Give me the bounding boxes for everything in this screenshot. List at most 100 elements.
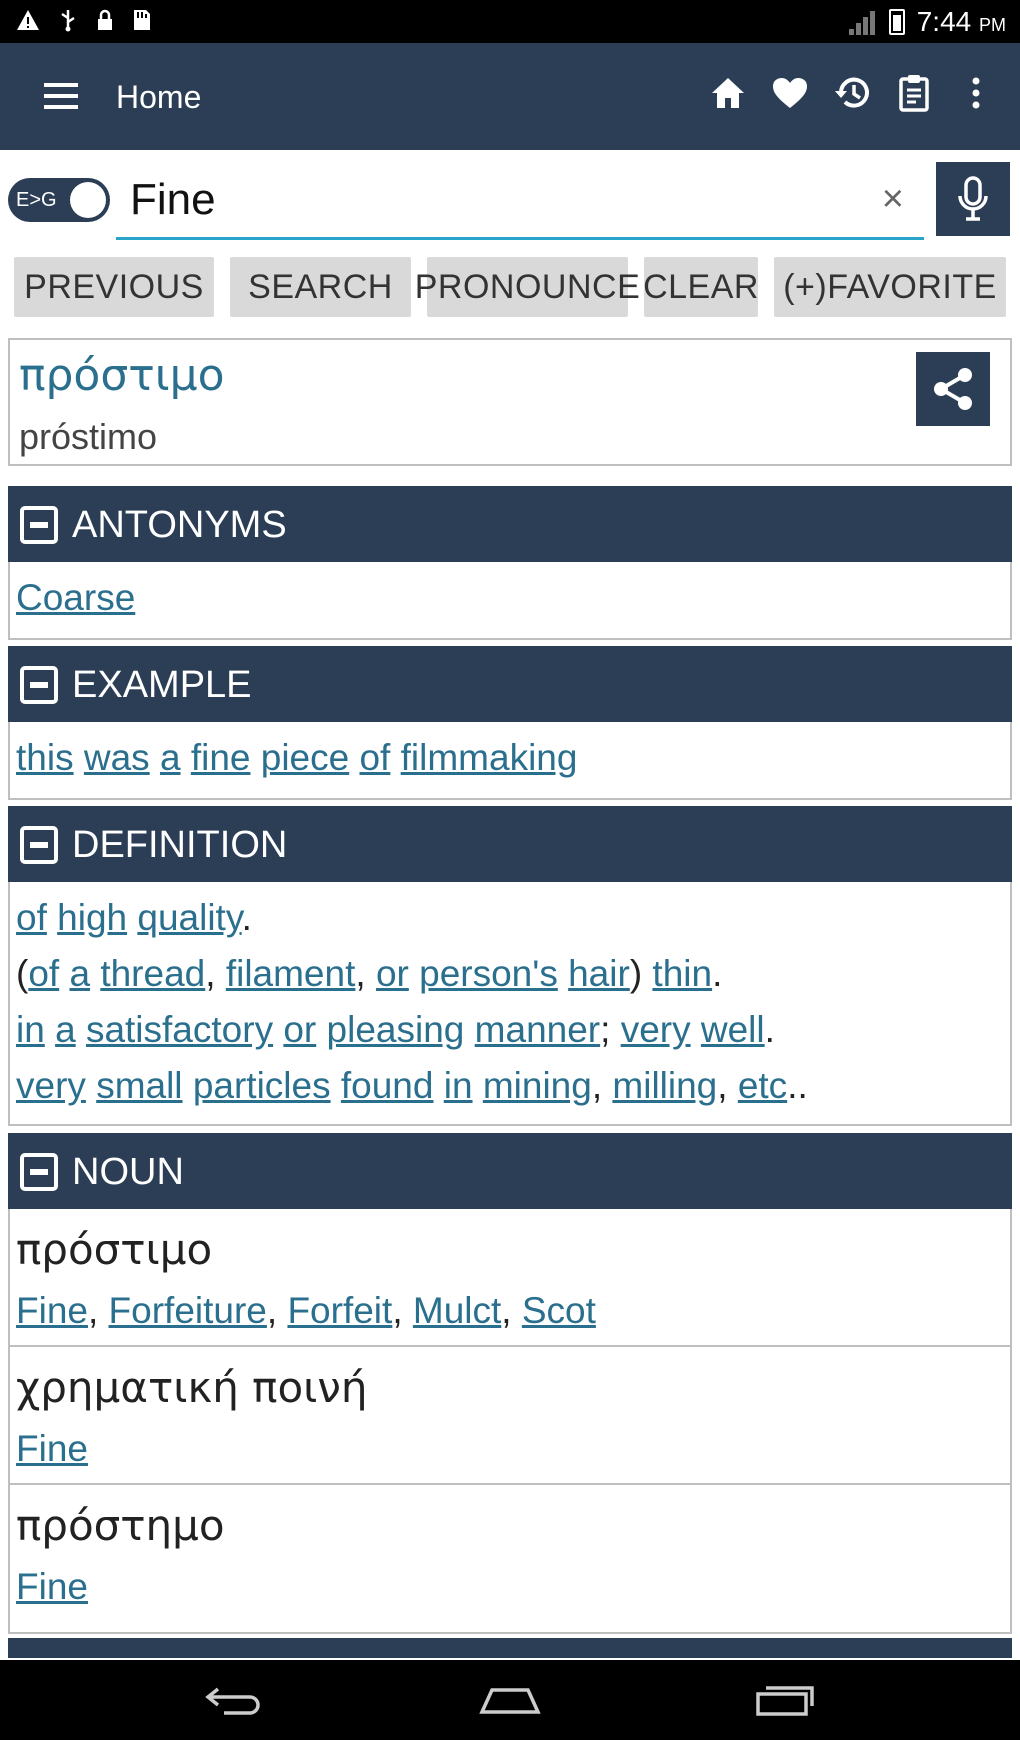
punctuation (90, 953, 100, 994)
previous-button[interactable]: PREVIOUS (14, 257, 214, 317)
example-word-link[interactable]: of (359, 737, 390, 778)
definition-word-link[interactable]: manner (475, 1009, 600, 1050)
history-icon[interactable] (832, 71, 872, 115)
section-title: ANTONYMS (72, 504, 287, 546)
collapse-icon (20, 1153, 58, 1191)
definition-word-link[interactable]: etc (738, 1065, 787, 1106)
example-word-link[interactable]: was (84, 737, 150, 778)
noun-greek-word: πρόστιμο (16, 1225, 213, 1274)
noun-body: πρόστιμο Fine, Forfeiture, Forfeit, Mulct… (8, 1209, 1012, 1634)
punctuation (183, 1065, 193, 1106)
translation-link[interactable]: Fine (16, 1428, 88, 1469)
punctuation (331, 1065, 341, 1106)
noun-translations: Fine, Forfeiture, Forfeit, Mulct, Scot (16, 1283, 1004, 1339)
definition-word-link[interactable]: milling (612, 1065, 717, 1106)
example-word-link[interactable]: a (160, 737, 181, 778)
translation-link[interactable]: Fine (16, 1290, 88, 1331)
noun-entry: πρόστημο Fine (10, 1485, 1010, 1621)
translation-link[interactable]: Forfeiture (109, 1290, 267, 1331)
translation-link[interactable]: Fine (16, 1566, 88, 1607)
more-vert-icon[interactable] (956, 71, 996, 115)
definition-word-link[interactable]: of (16, 897, 47, 938)
translation-link[interactable]: Forfeit (287, 1290, 392, 1331)
status-icons (16, 8, 152, 38)
microphone-button[interactable] (936, 162, 1010, 236)
definition-word-link[interactable]: small (96, 1065, 182, 1106)
language-toggle[interactable]: E>G (8, 178, 110, 222)
punctuation (691, 1009, 701, 1050)
noun-header[interactable]: NOUN (8, 1133, 1012, 1209)
punctuation (349, 737, 359, 778)
favorite-button[interactable]: (+)FAVORITE (774, 257, 1006, 317)
noun-translations: Fine (16, 1421, 1004, 1477)
punctuation: , (205, 953, 226, 994)
punctuation (390, 737, 400, 778)
definition-word-link[interactable]: in (16, 1009, 45, 1050)
definition-word-link[interactable]: very (621, 1009, 691, 1050)
punctuation: , (266, 1290, 288, 1331)
clear-button[interactable]: CLEAR (643, 257, 758, 317)
definition-line: (of a thread, filament, or person's hair… (16, 946, 1004, 1002)
antonyms-header[interactable]: ANTONYMS (8, 486, 1012, 562)
example-header[interactable]: EXAMPLE (8, 646, 1012, 722)
noun-translations: Fine (16, 1559, 1004, 1615)
back-icon[interactable] (195, 1678, 275, 1722)
antonym-link[interactable]: Coarse (16, 577, 135, 618)
definition-header[interactable]: DEFINITION (8, 806, 1012, 882)
definition-word-link[interactable]: well (701, 1009, 765, 1050)
collapse-icon (20, 826, 58, 864)
definition-word-link[interactable]: quality (137, 897, 241, 938)
punctuation (473, 1065, 483, 1106)
collapse-icon (20, 506, 58, 544)
definition-word-link[interactable]: or (376, 953, 409, 994)
definition-line: in a satisfactory or pleasing manner; ve… (16, 1002, 1004, 1058)
clear-text-icon[interactable]: × (882, 178, 904, 221)
search-button[interactable]: SEARCH (230, 257, 411, 317)
definition-word-link[interactable]: person's (419, 953, 558, 994)
definition-word-link[interactable]: thin (652, 953, 712, 994)
clipboard-icon[interactable] (894, 71, 934, 115)
translation-link[interactable]: Mulct (413, 1290, 501, 1331)
example-word-link[interactable]: fine (191, 737, 251, 778)
result-word: πρόστιμο (19, 350, 225, 401)
search-input[interactable] (130, 174, 850, 226)
home-icon[interactable] (708, 71, 748, 115)
example-word-link[interactable]: piece (261, 737, 349, 778)
punctuation (74, 737, 84, 778)
definition-word-link[interactable]: or (283, 1009, 316, 1050)
menu-icon[interactable] (44, 83, 78, 109)
definition-word-link[interactable]: of (28, 953, 59, 994)
definition-word-link[interactable]: pleasing (327, 1009, 465, 1050)
punctuation: .. (787, 1065, 808, 1106)
collapse-icon (20, 666, 58, 704)
definition-word-link[interactable]: particles (193, 1065, 331, 1106)
definition-word-link[interactable]: very (16, 1065, 86, 1106)
definition-word-link[interactable]: filament (226, 953, 356, 994)
translation-link[interactable]: Scot (522, 1290, 596, 1331)
definition-word-link[interactable]: found (341, 1065, 434, 1106)
status-time: 7:44 PM (916, 6, 1006, 37)
definition-word-link[interactable]: mining (483, 1065, 592, 1106)
definition-word-link[interactable]: high (57, 897, 127, 938)
punctuation: , (87, 1290, 109, 1331)
definition-word-link[interactable]: hair (568, 953, 630, 994)
punctuation (464, 1009, 474, 1050)
recent-apps-icon[interactable] (745, 1678, 825, 1722)
definition-word-link[interactable]: in (444, 1065, 473, 1106)
pronounce-button[interactable]: PRONOUNCE (415, 257, 640, 317)
home-nav-icon[interactable] (470, 1678, 550, 1722)
punctuation: ) (629, 953, 653, 994)
section-title: NOUN (72, 1151, 184, 1193)
example-word-link[interactable]: this (16, 737, 74, 778)
status-bar: 7:44 PM (0, 0, 1020, 43)
example-body: this was a fine piece of filmmaking (8, 722, 1012, 800)
heart-icon[interactable] (770, 71, 810, 115)
definition-word-link[interactable]: a (55, 1009, 76, 1050)
example-word-link[interactable]: filmmaking (401, 737, 578, 778)
share-button[interactable] (916, 352, 990, 426)
punctuation: , (392, 1290, 413, 1331)
definition-word-link[interactable]: satisfactory (86, 1009, 273, 1050)
punctuation (250, 737, 260, 778)
definition-word-link[interactable]: thread (100, 953, 205, 994)
definition-word-link[interactable]: a (69, 953, 90, 994)
